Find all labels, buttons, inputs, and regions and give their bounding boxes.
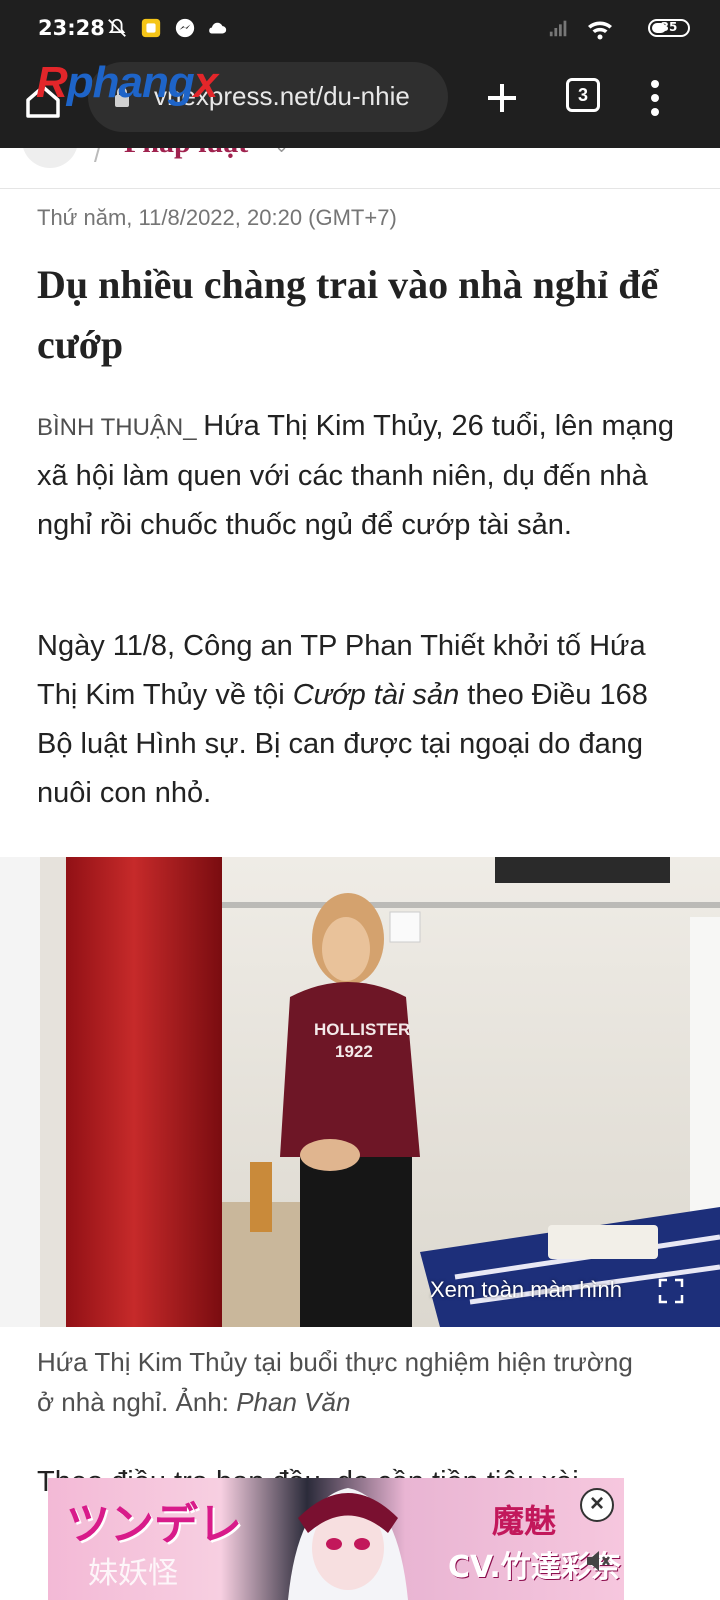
status-bar: 23:28 35 bbox=[0, 0, 720, 58]
breadcrumb-separator: / bbox=[94, 148, 102, 168]
browser-toolbar: vnexpress.net/du-nhie Rphangx 3 bbox=[0, 58, 720, 148]
article-location: BÌNH THUẬN bbox=[37, 414, 184, 441]
mute-icon[interactable] bbox=[584, 1548, 612, 1574]
sweatshirt-text-2: 1922 bbox=[335, 1042, 373, 1061]
cloud-icon bbox=[209, 22, 227, 34]
messenger-icon bbox=[175, 18, 195, 38]
fullscreen-label[interactable]: Xem toàn màn hình bbox=[430, 1277, 622, 1303]
battery-icon: 35 bbox=[648, 19, 690, 37]
watermark-logo: Rphangx bbox=[36, 58, 218, 107]
ad-close-button[interactable]: × bbox=[580, 1488, 614, 1522]
sweatshirt-text-1: HOLLISTER bbox=[314, 1020, 410, 1039]
charge-name: Cướp tài sản bbox=[292, 679, 460, 711]
new-tab-icon[interactable] bbox=[480, 76, 524, 120]
tab-switcher-button[interactable]: 3 bbox=[566, 78, 600, 112]
fullscreen-icon[interactable] bbox=[658, 1278, 684, 1304]
ad-subtitle: 妹妖怪 bbox=[88, 1556, 178, 1591]
article-title: Dụ nhiều chàng trai vào nhà nghỉ để cướp bbox=[37, 262, 659, 367]
category-link[interactable]: Pháp luật bbox=[124, 148, 248, 160]
signal-icon bbox=[549, 20, 567, 37]
app-notification-icon bbox=[141, 18, 161, 38]
ad-title: ツンデレ bbox=[66, 1499, 242, 1550]
notifications-off-icon bbox=[108, 18, 126, 37]
article-lead: BÌNH THUẬN_ Hứa Thị Kim Thủy, 26 tuổi, l… bbox=[37, 410, 675, 541]
more-options-icon[interactable] bbox=[640, 76, 670, 120]
category-breadcrumb: / Pháp luật ⌄ bbox=[0, 148, 720, 189]
chevron-down-icon[interactable]: ⌄ bbox=[274, 148, 289, 157]
photo-illustration: HOLLISTER 1922 bbox=[0, 857, 720, 1327]
wifi-icon bbox=[588, 21, 612, 40]
ad-banner[interactable]: ツンデレ 妹妖怪 魔魅 CV.竹達彩奈 × bbox=[48, 1478, 624, 1600]
article-photo[interactable]: HOLLISTER 1922 bbox=[0, 857, 720, 1327]
article-date: Thứ năm, 11/8/2022, 20:20 (GMT+7) bbox=[37, 205, 397, 230]
article-paragraph: Ngày 11/8, Công an TP Phan Thiết khởi tố… bbox=[37, 630, 648, 809]
photo-caption: Hứa Thị Kim Thủy tại buổi thực nghiệm hi… bbox=[37, 1347, 633, 1417]
menu-icon[interactable] bbox=[22, 148, 78, 168]
ad-character-illustration bbox=[288, 1488, 408, 1600]
battery-level: 35 bbox=[660, 20, 678, 34]
ad-text-right: 魔魅 bbox=[492, 1502, 557, 1540]
status-time: 23:28 bbox=[38, 16, 105, 40]
photo-credit: Phan Văn bbox=[236, 1387, 351, 1417]
